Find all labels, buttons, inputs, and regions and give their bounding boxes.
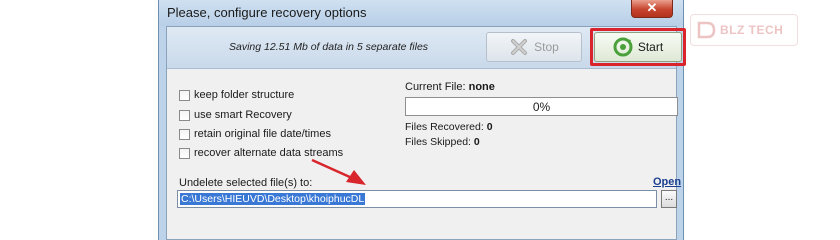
checkbox[interactable] [179, 109, 190, 121]
option-keep-folder-structure[interactable]: keep folder structure [179, 89, 294, 101]
checkbox[interactable] [179, 147, 190, 159]
close-icon: ✕ [646, 0, 658, 15]
stop-button-label: Stop [534, 40, 559, 54]
current-file-status: Current File: none [405, 81, 495, 93]
current-file-value: none [468, 81, 495, 93]
recovery-options-dialog: Please, configure recovery options ✕ Sav… [158, 0, 686, 240]
option-retain-date-times[interactable]: retain original file date/times [179, 128, 331, 140]
option-label: recover alternate data streams [194, 147, 344, 159]
files-recovered-value: 0 [486, 121, 493, 133]
files-skipped-value: 0 [473, 136, 480, 148]
open-link[interactable]: Open [653, 176, 681, 188]
destination-path-input[interactable]: C:\Users\HIEUVD\Desktop\khoiphucDL [177, 190, 657, 208]
option-label: retain original file date/times [194, 128, 331, 140]
window-title: Please, configure recovery options [167, 5, 367, 20]
start-button[interactable]: Start [594, 32, 682, 62]
watermark-text: BLZ TECH [720, 23, 784, 37]
current-file-label: Current File: [405, 81, 466, 93]
dialog-client-area: Saving 12.51 Mb of data in 5 separate fi… [166, 26, 686, 240]
files-recovered-status: Files Recovered: 0 [405, 121, 493, 133]
start-refresh-icon [613, 37, 633, 57]
option-recover-alternate-streams[interactable]: recover alternate data streams [179, 147, 343, 159]
destination-label: Undelete selected file(s) to: [179, 177, 313, 189]
progress-bar: 0% [405, 97, 678, 116]
checkbox[interactable] [179, 89, 190, 101]
brand-logo-icon [697, 21, 716, 39]
brand-watermark: BLZ TECH [690, 14, 798, 46]
option-use-smart-recovery[interactable]: use smart Recovery [179, 109, 292, 121]
desktop-background-left [0, 0, 158, 240]
destination-path-text: C:\Users\HIEUVD\Desktop\khoiphucDL [180, 193, 366, 205]
option-label: keep folder structure [194, 89, 295, 101]
files-skipped-label: Files Skipped: [405, 136, 471, 148]
browse-button[interactable]: ... [661, 190, 677, 208]
option-label: use smart Recovery [194, 109, 292, 121]
saving-summary: Saving 12.51 Mb of data in 5 separate fi… [229, 41, 429, 53]
start-button-label: Start [637, 40, 664, 54]
files-recovered-label: Files Recovered: [405, 121, 484, 133]
stop-button[interactable]: Stop [486, 32, 582, 62]
progress-percent: 0% [532, 100, 551, 114]
action-header: Saving 12.51 Mb of data in 5 separate fi… [167, 27, 686, 69]
stop-x-icon [511, 39, 528, 55]
close-button[interactable]: ✕ [631, 0, 673, 18]
files-skipped-status: Files Skipped: 0 [405, 136, 480, 148]
checkbox[interactable] [179, 128, 190, 140]
title-bar[interactable]: Please, configure recovery options ✕ [159, 0, 683, 26]
